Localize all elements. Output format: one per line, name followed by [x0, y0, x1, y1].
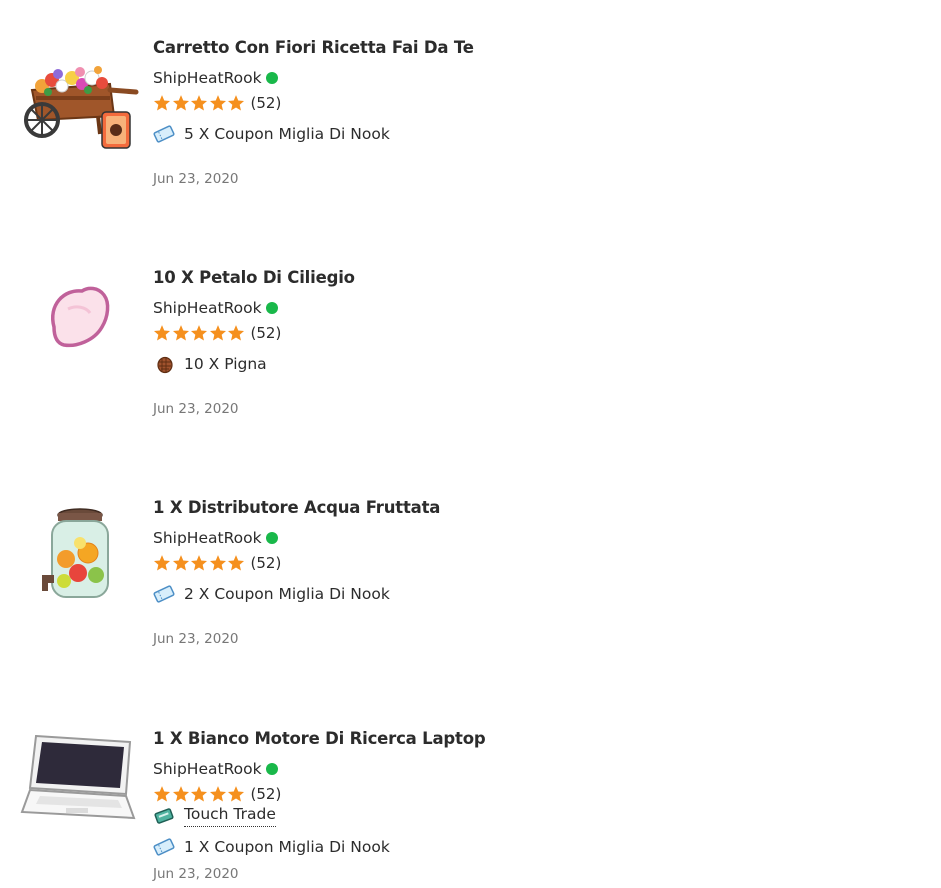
- star-icon: [153, 555, 171, 571]
- star-icon: [190, 95, 208, 111]
- pine-cone-icon: [153, 354, 175, 374]
- star-icon: [153, 325, 171, 341]
- price-label: 5 X Coupon Miglia Di Nook: [184, 125, 390, 143]
- nook-miles-ticket-icon: [153, 837, 175, 857]
- star-icon: [209, 95, 226, 111]
- seller-name[interactable]: ShipHeatRook: [153, 69, 262, 87]
- listing-title[interactable]: 10 X Petalo Di Ciliegio: [153, 268, 355, 287]
- touch-trade-icon: [153, 806, 175, 826]
- price-item: Touch Trade: [153, 805, 276, 827]
- star-icon: [172, 555, 189, 571]
- rating-count: (52): [250, 94, 282, 112]
- price-label: 2 X Coupon Miglia Di Nook: [184, 585, 390, 603]
- seller-name[interactable]: ShipHeatRook: [153, 529, 262, 547]
- price-item: 2 X Coupon Miglia Di Nook: [153, 584, 390, 604]
- listing-date: Jun 23, 2020: [153, 401, 239, 417]
- star-icon: [172, 95, 189, 111]
- star-icon: [172, 786, 189, 802]
- nook-miles-ticket-icon: [153, 124, 175, 144]
- online-status-indicator: [265, 72, 278, 84]
- rating-stars: (52): [153, 94, 281, 112]
- flower-cart-diy-recipe-icon[interactable]: [18, 45, 140, 155]
- star-icon: [209, 786, 226, 802]
- listing-item[interactable]: 1 X Bianco Motore Di Ricerca Laptop Ship…: [0, 711, 941, 888]
- star-icon: [227, 555, 245, 571]
- listing-date: Jun 23, 2020: [153, 631, 239, 647]
- seller-name[interactable]: ShipHeatRook: [153, 299, 262, 317]
- listing-title[interactable]: Carretto Con Fiori Ricetta Fai Da Te: [153, 38, 474, 57]
- price-label: 10 X Pigna: [184, 355, 267, 373]
- star-icon: [190, 325, 208, 341]
- online-status-indicator: [265, 763, 278, 775]
- price-item: 5 X Coupon Miglia Di Nook: [153, 124, 390, 144]
- star-icon: [190, 555, 208, 571]
- listing-date: Jun 23, 2020: [153, 866, 239, 882]
- listing-item[interactable]: Carretto Con Fiori Ricetta Fai Da Te Shi…: [0, 20, 941, 220]
- cherry-blossom-petal-icon[interactable]: [18, 265, 140, 375]
- nook-miles-ticket-icon: [153, 584, 175, 604]
- white-laptop-icon[interactable]: [18, 723, 140, 833]
- star-icon: [209, 325, 226, 341]
- rating-stars: (52): [153, 324, 281, 342]
- seller-name[interactable]: ShipHeatRook: [153, 760, 262, 778]
- listing-title[interactable]: 1 X Bianco Motore Di Ricerca Laptop: [153, 729, 486, 748]
- rating-stars: (52): [153, 554, 281, 572]
- rating-count: (52): [250, 324, 282, 342]
- fruit-water-dispenser-icon[interactable]: [18, 498, 140, 608]
- listing-item[interactable]: 10 X Petalo Di Ciliegio ShipHeatRook (52…: [0, 250, 941, 450]
- star-icon: [227, 95, 245, 111]
- star-icon: [153, 95, 171, 111]
- star-icon: [209, 555, 226, 571]
- rating-count: (52): [250, 554, 282, 572]
- online-status-indicator: [265, 302, 278, 314]
- price-item: 10 X Pigna: [153, 354, 267, 374]
- online-status-indicator: [265, 532, 278, 544]
- touch-trade-link[interactable]: Touch Trade: [184, 805, 276, 827]
- listing-title[interactable]: 1 X Distributore Acqua Fruttata: [153, 498, 440, 517]
- rating-count: (52): [250, 785, 282, 803]
- star-icon: [153, 786, 171, 802]
- price-label: 1 X Coupon Miglia Di Nook: [184, 838, 390, 856]
- listing-item[interactable]: 1 X Distributore Acqua Fruttata ShipHeat…: [0, 480, 941, 680]
- price-item: 1 X Coupon Miglia Di Nook: [153, 837, 390, 857]
- star-icon: [227, 786, 245, 802]
- listing-date: Jun 23, 2020: [153, 171, 239, 187]
- rating-stars: (52): [153, 785, 281, 803]
- star-icon: [172, 325, 189, 341]
- star-icon: [227, 325, 245, 341]
- star-icon: [190, 786, 208, 802]
